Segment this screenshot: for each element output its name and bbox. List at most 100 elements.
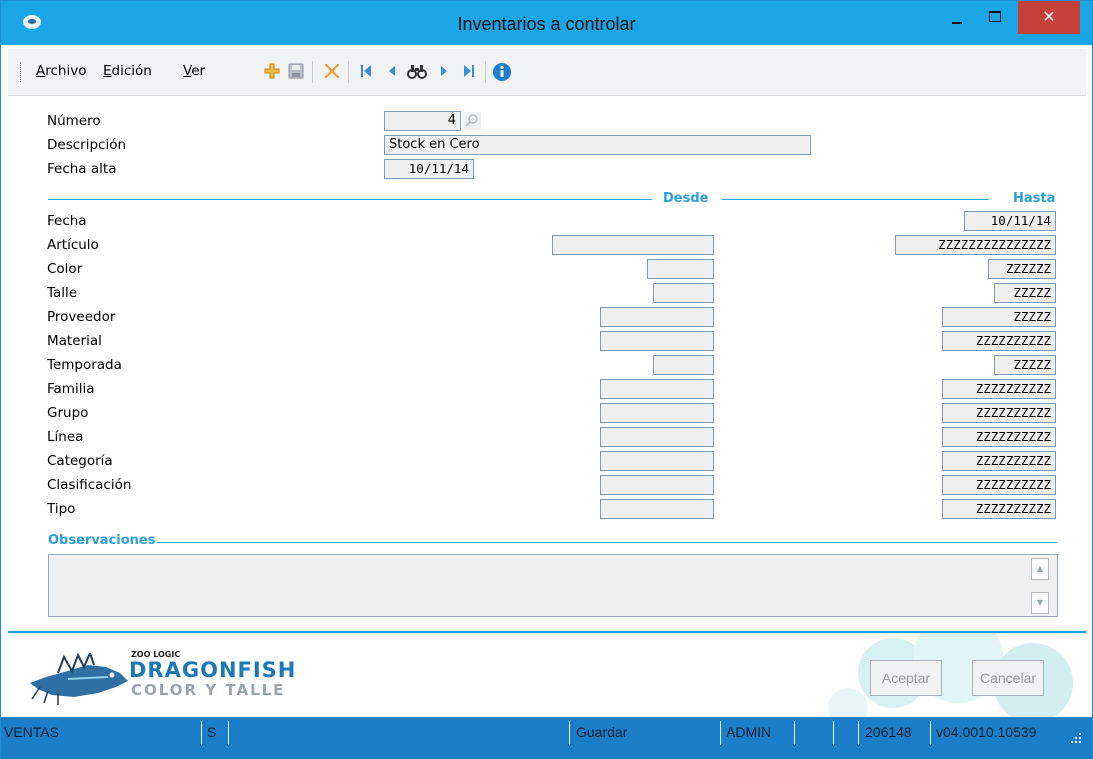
hasta-field-linea[interactable]: ZZZZZZZZZZ [942, 427, 1056, 447]
close-button[interactable]: ✕ [1018, 1, 1080, 34]
range-label-tipo: Tipo [47, 501, 76, 517]
range-label-linea: Línea [47, 429, 84, 445]
toolbar-separator [312, 61, 313, 83]
hasta-field-temporada[interactable]: ZZZZZ [994, 355, 1056, 375]
status-separator [201, 721, 202, 745]
toolbar-separator [485, 61, 486, 83]
search-binoculars-icon[interactable] [406, 62, 428, 82]
desde-field-talle[interactable] [653, 283, 714, 303]
desde-field-linea[interactable] [600, 427, 714, 447]
range-label-articulo: Artículo [47, 237, 99, 253]
hasta-field-clasificacion[interactable]: ZZZZZZZZZZ [942, 475, 1056, 495]
desde-field-proveedor[interactable] [600, 307, 714, 327]
status-module: VENTAS [4, 724, 59, 740]
status-number: 206148 [865, 724, 912, 740]
range-label-clasificacion: Clasificación [47, 477, 132, 493]
range-label-temporada: Temporada [47, 357, 122, 373]
divider-line [48, 199, 652, 200]
logo-subtitle: COLOR Y TALLE [131, 681, 286, 699]
toolbar: Archivo Edición Ver [8, 49, 1086, 96]
descripcion-label: Descripción [47, 137, 127, 153]
desde-field-color[interactable] [647, 259, 714, 279]
menu-archivo[interactable]: Archivo [36, 63, 86, 79]
add-icon[interactable] [261, 62, 283, 82]
close-icon: ✕ [1042, 7, 1056, 26]
status-bar: VENTAS S Guardar ADMIN 206148 v04.0010.1… [1, 717, 1092, 759]
hasta-field-grupo[interactable]: ZZZZZZZZZZ [942, 403, 1056, 423]
desde-field-tipo[interactable] [600, 499, 714, 519]
delete-icon[interactable] [321, 62, 343, 82]
window-title: Inventarios a controlar [457, 14, 636, 34]
hasta-heading: Hasta [1013, 191, 1056, 206]
cancelar-button[interactable]: Cancelar [972, 660, 1044, 696]
hasta-field-talle[interactable]: ZZZZZ [994, 283, 1056, 303]
title-bar[interactable]: Inventarios a controlar ✕ [1, 1, 1092, 45]
menu-edicion[interactable]: Edición [103, 63, 152, 79]
status-separator [720, 721, 721, 745]
first-record-icon[interactable] [355, 62, 377, 82]
range-label-familia: Familia [47, 381, 95, 397]
observaciones-textarea[interactable]: ▲ ▼ [48, 554, 1058, 617]
desde-field-articulo[interactable] [552, 235, 714, 255]
status-flag: S [207, 724, 217, 740]
decorative-bubble [828, 688, 868, 717]
range-label-categoria: Categoría [47, 453, 113, 469]
desde-heading: Desde [663, 191, 709, 206]
logo-product: DRAGONFISH [129, 658, 297, 682]
hasta-field-articulo[interactable]: ZZZZZZZZZZZZZZZ [895, 235, 1056, 255]
hasta-field-familia[interactable]: ZZZZZZZZZZ [942, 379, 1056, 399]
hasta-field-categoria[interactable]: ZZZZZZZZZZ [942, 451, 1056, 471]
hasta-field-color[interactable]: ZZZZZZ [988, 259, 1056, 279]
previous-record-icon[interactable] [381, 62, 403, 82]
menu-ver[interactable]: Ver [183, 63, 205, 79]
scroll-down-button[interactable]: ▼ [1031, 592, 1049, 614]
fecha-alta-label: Fecha alta [47, 161, 117, 177]
range-label-color: Color [47, 261, 83, 277]
range-label-grupo: Grupo [47, 405, 89, 421]
status-separator [833, 721, 834, 745]
toolbar-grip[interactable] [20, 62, 23, 82]
status-separator [794, 721, 795, 745]
status-action: Guardar [576, 724, 628, 740]
descripcion-field[interactable]: Stock en Cero [384, 135, 811, 155]
desde-field-grupo[interactable] [600, 403, 714, 423]
range-label-material: Material [47, 333, 102, 349]
save-icon[interactable] [285, 62, 307, 82]
footer-panel: ZOO LOGIC DRAGONFISH COLOR Y TALLE Acept… [8, 631, 1086, 717]
range-label-proveedor: Proveedor [47, 309, 116, 325]
status-separator [930, 721, 931, 745]
hasta-field-material[interactable]: ZZZZZZZZZZ [942, 331, 1056, 351]
divider-line [157, 542, 1057, 543]
numero-field[interactable]: 4 [384, 111, 461, 131]
fecha-alta-field[interactable]: 10/11/14 [384, 159, 474, 179]
status-separator [569, 721, 570, 745]
status-version: v04.0010.10539 [936, 724, 1037, 740]
hasta-field-proveedor[interactable]: ZZZZZ [942, 307, 1056, 327]
search-lookup-icon[interactable] [463, 112, 481, 130]
aceptar-button[interactable]: Aceptar [870, 660, 942, 696]
minimize-button[interactable] [938, 1, 972, 35]
desde-field-categoria[interactable] [600, 451, 714, 471]
range-label-fecha: Fecha [47, 213, 87, 229]
toolbar-separator [348, 61, 349, 83]
next-record-icon[interactable] [433, 62, 455, 82]
desde-field-clasificacion[interactable] [600, 475, 714, 495]
last-record-icon[interactable] [458, 62, 480, 82]
status-user: ADMIN [726, 724, 772, 740]
desde-field-temporada[interactable] [653, 355, 714, 375]
status-separator [858, 721, 859, 745]
resize-grip-icon[interactable] [1069, 731, 1083, 745]
observaciones-heading: Observaciones [48, 533, 156, 548]
hasta-field-fecha[interactable]: 10/11/14 [964, 211, 1056, 231]
scroll-up-button[interactable]: ▲ [1031, 558, 1049, 580]
range-label-talle: Talle [47, 285, 78, 301]
app-window: Inventarios a controlar ✕ Archivo Edició… [0, 0, 1093, 759]
divider-line [722, 199, 989, 200]
hasta-field-tipo[interactable]: ZZZZZZZZZZ [942, 499, 1056, 519]
desde-field-material[interactable] [600, 331, 714, 351]
dragonfish-logo-icon [28, 650, 130, 705]
desde-field-familia[interactable] [600, 379, 714, 399]
info-icon[interactable] [491, 62, 513, 82]
maximize-button[interactable] [978, 1, 1012, 35]
numero-label: Número [47, 113, 101, 129]
